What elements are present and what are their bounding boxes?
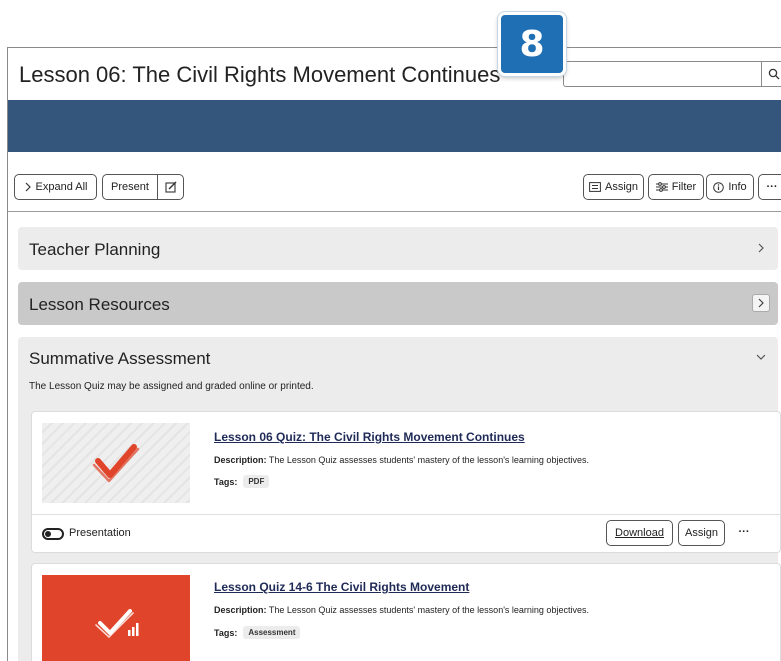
lesson-banner xyxy=(8,100,781,152)
resource-tags: Tags: Assessment xyxy=(214,626,301,639)
card-more-button[interactable]: ··· xyxy=(732,526,756,544)
resource-description: Description: The Lesson Quiz assesses st… xyxy=(214,455,589,465)
resource-card-quiz-pdf: Lesson 06 Quiz: The Civil Rights Movemen… xyxy=(31,411,781,553)
resource-thumbnail xyxy=(42,575,190,661)
chevron-right-icon xyxy=(25,182,31,192)
more-options-button[interactable]: ··· xyxy=(758,174,781,200)
info-icon xyxy=(713,181,725,193)
tag-chip[interactable]: PDF xyxy=(243,475,270,488)
page-title: Lesson 06: The Civil Rights Movement Con… xyxy=(19,62,501,87)
lesson-page: Lesson 06: The Civil Rights Movement Con… xyxy=(7,47,781,661)
chevron-right-icon xyxy=(752,294,770,312)
filter-button[interactable]: Filter xyxy=(648,174,704,200)
card-footer: Presentation Download Assign ··· xyxy=(32,514,781,554)
lesson-toolbar: Expand All Present Assign Filter Info ··… xyxy=(8,152,781,212)
checkmark-icon xyxy=(92,444,140,483)
more-icon: ··· xyxy=(766,181,778,193)
edit-icon xyxy=(164,181,176,193)
accordion-lesson-resources[interactable]: Lesson Resources xyxy=(18,282,778,325)
step-number-badge: 8 xyxy=(498,12,566,76)
accordion-teacher-planning[interactable]: Teacher Planning xyxy=(18,227,778,270)
chevron-down-icon[interactable] xyxy=(752,348,770,366)
assign-toolbar-button[interactable]: Assign xyxy=(583,174,644,200)
filter-sliders-icon xyxy=(655,182,668,192)
section-title[interactable]: Summative Assessment xyxy=(29,349,210,369)
resource-tags: Tags: PDF xyxy=(214,475,270,488)
search-input[interactable] xyxy=(563,61,768,87)
resource-title-link[interactable]: Lesson 06 Quiz: The Civil Rights Movemen… xyxy=(214,430,525,444)
section-note: The Lesson Quiz may be assigned and grad… xyxy=(29,381,314,392)
presentation-label: Presentation xyxy=(69,527,131,539)
accordion-summative-assessment: Summative Assessment The Lesson Quiz may… xyxy=(18,337,781,661)
download-button[interactable]: Download xyxy=(606,520,673,546)
search-button[interactable] xyxy=(761,61,781,87)
resource-thumbnail xyxy=(42,423,190,503)
resource-title-link[interactable]: Lesson Quiz 14-6 The Civil Rights Moveme… xyxy=(214,580,469,594)
presentation-toggle[interactable] xyxy=(42,528,64,540)
more-icon: ··· xyxy=(738,526,750,538)
tag-chip[interactable]: Assessment xyxy=(243,626,301,639)
expand-all-button[interactable]: Expand All xyxy=(14,174,97,200)
assessment-check-icon xyxy=(95,609,139,638)
assign-button[interactable]: Assign xyxy=(678,520,725,546)
search-icon xyxy=(768,68,780,80)
chevron-right-icon xyxy=(752,239,770,257)
title-bar: Lesson 06: The Civil Rights Movement Con… xyxy=(8,48,781,100)
assign-icon xyxy=(589,182,601,192)
present-button[interactable]: Present xyxy=(102,174,158,200)
resource-description: Description: The Lesson Quiz assesses st… xyxy=(214,605,589,615)
resource-card-quiz-assessment: Lesson Quiz 14-6 The Civil Rights Moveme… xyxy=(31,563,781,661)
edit-button[interactable] xyxy=(157,174,184,200)
info-button[interactable]: Info xyxy=(706,174,754,200)
